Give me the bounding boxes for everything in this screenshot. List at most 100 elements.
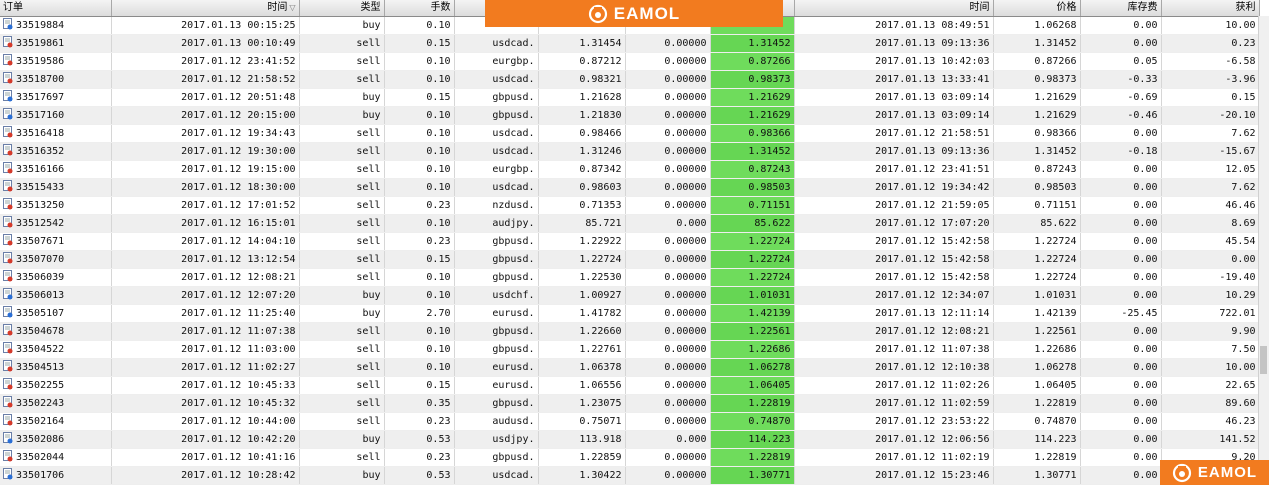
- open-price-cell: 1.30422: [538, 466, 626, 485]
- price-cell: 1.22561: [993, 322, 1081, 341]
- open-price-cell: 1.41782: [538, 304, 626, 323]
- close-price-cell: 1.42139: [710, 304, 795, 323]
- col-header-swap[interactable]: 库存费: [1080, 0, 1162, 17]
- table-row[interactable]: 33505107 2017.01.12 11:25:40 buy 2.70 eurusd…: [0, 304, 1260, 323]
- close-price-cell: 1.31452: [710, 34, 795, 53]
- ticket-cell: 33502255: [0, 376, 112, 395]
- symbol-cell: gbpusd.: [454, 340, 539, 359]
- table-row[interactable]: 33504678 2017.01.12 11:07:38 sell 0.10 gbpus…: [0, 322, 1260, 341]
- brand-logo-icon: [1172, 463, 1192, 482]
- ticket-number: 33506039: [16, 272, 65, 283]
- open-time-cell: 2017.01.12 18:30:00: [111, 178, 300, 197]
- table-row[interactable]: 33517160 2017.01.12 20:15:00 buy 0.10 gbpusd…: [0, 106, 1260, 125]
- type-cell: sell: [299, 34, 385, 53]
- open-price-cell: 1.06556: [538, 376, 626, 395]
- table-row[interactable]: 33502243 2017.01.12 10:45:32 sell 0.35 gbpus…: [0, 394, 1260, 413]
- sl-cell: 0.00000: [625, 106, 711, 125]
- col-header-profit[interactable]: 获利: [1161, 0, 1260, 17]
- table-row[interactable]: 33506013 2017.01.12 12:07:20 buy 0.10 usdchf…: [0, 286, 1260, 305]
- ticket-cell: 33504513: [0, 358, 112, 377]
- table-row[interactable]: 33504513 2017.01.12 11:02:27 sell 0.10 eurus…: [0, 358, 1260, 377]
- table-row[interactable]: 33518700 2017.01.12 21:58:52 sell 0.10 usdca…: [0, 70, 1260, 89]
- open-price-cell: 0.75071: [538, 412, 626, 431]
- scrollbar-thumb[interactable]: [1260, 346, 1267, 374]
- close-price-cell: 1.22819: [710, 448, 795, 467]
- sl-cell: 0.00000: [625, 376, 711, 395]
- table-row[interactable]: 33516166 2017.01.12 19:15:00 sell 0.10 eurgb…: [0, 160, 1260, 179]
- table-row[interactable]: 33507671 2017.01.12 14:04:10 sell 0.23 gbpus…: [0, 232, 1260, 251]
- sl-cell: 0.00000: [625, 34, 711, 53]
- type-cell: buy: [299, 16, 385, 35]
- col-header-type[interactable]: 类型: [299, 0, 385, 17]
- table-row[interactable]: 33517697 2017.01.12 20:51:48 buy 0.15 gbpusd…: [0, 88, 1260, 107]
- table-row[interactable]: 33516352 2017.01.12 19:30:00 sell 0.10 usdca…: [0, 142, 1260, 161]
- table-row[interactable]: 33507070 2017.01.12 13:12:54 sell 0.15 gbpus…: [0, 250, 1260, 269]
- col-header-close-time[interactable]: 时间: [794, 0, 994, 17]
- open-time-cell: 2017.01.12 11:03:00: [111, 340, 300, 359]
- table-row[interactable]: 33501706 2017.01.12 10:28:42 buy 0.53 usdcad…: [0, 466, 1260, 485]
- swap-cell: -25.45: [1080, 304, 1162, 323]
- profit-cell: 0.15: [1161, 88, 1260, 107]
- type-cell: buy: [299, 466, 385, 485]
- symbol-cell: usdcad.: [454, 124, 539, 143]
- swap-cell: -0.33: [1080, 70, 1162, 89]
- col-header-price[interactable]: 价格: [993, 0, 1081, 17]
- table-row[interactable]: 33502164 2017.01.12 10:44:00 sell 0.23 audus…: [0, 412, 1260, 431]
- col-header-lots[interactable]: 手数: [384, 0, 455, 17]
- table-row[interactable]: 33515433 2017.01.12 18:30:00 sell 0.10 usdca…: [0, 178, 1260, 197]
- table-row[interactable]: 33504522 2017.01.12 11:03:00 sell 0.10 gbpus…: [0, 340, 1260, 359]
- symbol-cell: audjpy.: [454, 214, 539, 233]
- close-time-cell: 2017.01.12 21:58:51: [794, 124, 994, 143]
- col-header-open-time[interactable]: 时间 ▽: [111, 0, 300, 17]
- open-time-cell: 2017.01.12 16:15:01: [111, 214, 300, 233]
- profit-cell: 10.29: [1161, 286, 1260, 305]
- close-price-cell: 0.87266: [710, 52, 795, 71]
- table-row[interactable]: 33502086 2017.01.12 10:42:20 buy 0.53 usdjpy…: [0, 430, 1260, 449]
- sl-cell: 0.00000: [625, 448, 711, 467]
- lots-cell: 0.15: [384, 250, 455, 269]
- buy-order-icon: [3, 306, 13, 318]
- table-row[interactable]: 33519586 2017.01.12 23:41:52 sell 0.10 eurgb…: [0, 52, 1260, 71]
- profit-cell: 46.23: [1161, 412, 1260, 431]
- swap-cell: 0.00: [1080, 160, 1162, 179]
- close-price-cell: 1.01031: [710, 286, 795, 305]
- table-row[interactable]: 33516418 2017.01.12 19:34:43 sell 0.10 usdca…: [0, 124, 1260, 143]
- table-row[interactable]: 33506039 2017.01.12 12:08:21 sell 0.10 gbpus…: [0, 268, 1260, 287]
- swap-cell: 0.00: [1080, 34, 1162, 53]
- symbol-cell: usdcad.: [454, 178, 539, 197]
- profit-cell: 9.90: [1161, 322, 1260, 341]
- ticket-number: 33519884: [16, 20, 65, 31]
- profit-cell: -20.10: [1161, 106, 1260, 125]
- profit-cell: 7.62: [1161, 178, 1260, 197]
- price-cell: 114.223: [993, 430, 1081, 449]
- lots-cell: 0.23: [384, 448, 455, 467]
- table-row[interactable]: 33512542 2017.01.12 16:15:01 sell 0.10 audjp…: [0, 214, 1260, 233]
- buy-order-icon: [3, 90, 13, 102]
- profit-cell: 7.50: [1161, 340, 1260, 359]
- close-price-cell: 0.98366: [710, 124, 795, 143]
- sl-cell: 0.000: [625, 214, 711, 233]
- close-time-cell: 2017.01.12 12:10:38: [794, 358, 994, 377]
- sl-cell: 0.00000: [625, 286, 711, 305]
- vertical-scrollbar[interactable]: [1258, 16, 1269, 485]
- open-price-cell: 1.31246: [538, 142, 626, 161]
- sell-order-icon: [3, 180, 13, 192]
- sl-cell: 0.00000: [625, 70, 711, 89]
- type-cell: sell: [299, 358, 385, 377]
- table-row[interactable]: 33502255 2017.01.12 10:45:33 sell 0.15 eurus…: [0, 376, 1260, 395]
- close-price-cell: 0.98373: [710, 70, 795, 89]
- symbol-cell: eurusd.: [454, 376, 539, 395]
- profit-cell: 10.00: [1161, 16, 1260, 35]
- type-cell: sell: [299, 412, 385, 431]
- ticket-number: 33507070: [16, 254, 65, 265]
- table-row[interactable]: 33519861 2017.01.13 00:10:49 sell 0.15 usdca…: [0, 34, 1260, 53]
- sell-order-icon: [3, 450, 13, 462]
- sl-cell: 0.00000: [625, 178, 711, 197]
- close-price-cell: 1.06405: [710, 376, 795, 395]
- sell-order-icon: [3, 234, 13, 246]
- col-header-ticket[interactable]: 订单: [0, 0, 112, 17]
- open-price-cell: 0.87212: [538, 52, 626, 71]
- table-row[interactable]: 33513250 2017.01.12 17:01:52 sell 0.23 nzdus…: [0, 196, 1260, 215]
- profit-cell: 45.54: [1161, 232, 1260, 251]
- table-row[interactable]: 33502044 2017.01.12 10:41:16 sell 0.23 gbpus…: [0, 448, 1260, 467]
